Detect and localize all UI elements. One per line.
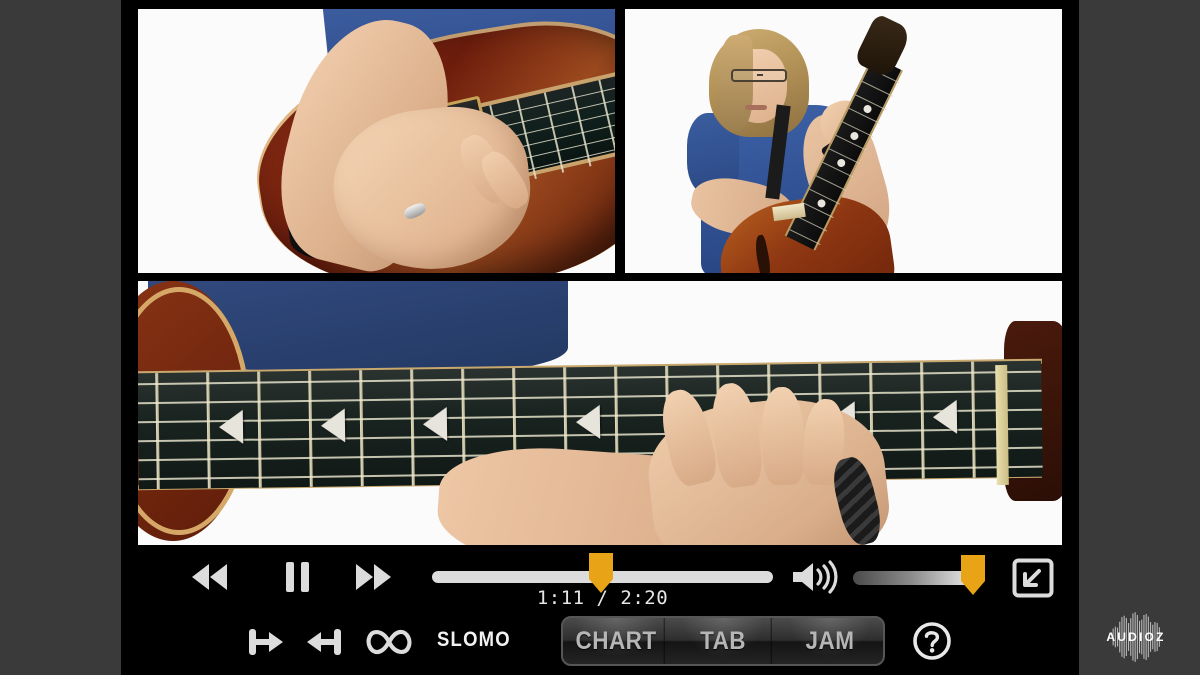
fret (971, 361, 976, 478)
string (138, 370, 1042, 385)
player-controls: 1:11 / 2:20 SLOMO CHART TAB JAM (121, 545, 1079, 675)
instructor-scene (625, 9, 1062, 273)
guitar-headstock (853, 12, 913, 80)
tab-jam[interactable]: JAM (782, 618, 878, 664)
video-panel-picking-hand[interactable] (138, 9, 615, 273)
fretboard-inlay (218, 409, 244, 445)
string (138, 389, 1042, 404)
fast-forward-button[interactable] (343, 557, 403, 597)
fret (796, 215, 828, 232)
fret (861, 80, 893, 97)
loop-in-icon (249, 629, 283, 655)
loop-out-icon (307, 629, 341, 655)
time-display: 1:11 / 2:20 (536, 587, 669, 609)
volume-slider[interactable] (853, 555, 985, 595)
fretboard-inlay (320, 408, 346, 443)
fret (410, 369, 415, 486)
fretboard-scene (138, 281, 1062, 545)
pause-icon (285, 562, 294, 592)
fret (155, 373, 160, 490)
fretboard-inlay (932, 399, 958, 435)
fret (920, 362, 925, 479)
progress-handle[interactable] (589, 553, 613, 593)
controls-row-secondary: SLOMO CHART TAB JAM (121, 610, 1079, 675)
tab-tab[interactable]: TAB (675, 618, 772, 664)
app-root: 1:11 / 2:20 SLOMO CHART TAB JAM AUDIOZ (0, 0, 1200, 675)
fret-marker (816, 198, 827, 209)
waveform-icon (1112, 612, 1160, 662)
volume-button[interactable] (787, 559, 843, 595)
video-panel-fretboard[interactable] (138, 281, 1062, 545)
eyeglasses (731, 69, 787, 82)
play-pause-button[interactable] (275, 557, 319, 597)
exit-fullscreen-icon (1012, 558, 1054, 598)
help-button[interactable] (910, 619, 954, 663)
progress-slider[interactable] (432, 553, 773, 593)
pause-icon (300, 562, 309, 592)
fret (206, 372, 211, 489)
fret (308, 370, 313, 487)
fret-marker (862, 103, 873, 115)
view-mode-segmented-control[interactable]: CHART TAB JAM (561, 616, 885, 666)
fret (359, 370, 364, 487)
rewind-icon (191, 564, 209, 590)
help-icon (913, 622, 951, 660)
volume-high-icon (793, 560, 838, 594)
fast-forward-icon (355, 564, 373, 590)
rewind-button[interactable] (179, 557, 239, 597)
fret-marker (849, 130, 860, 142)
fret (815, 175, 847, 192)
fret (257, 371, 262, 488)
mouth (745, 105, 767, 110)
guitar-nut (995, 364, 1009, 486)
controls-row-primary: 1:11 / 2:20 (121, 545, 1079, 610)
video-area[interactable] (138, 9, 1062, 545)
rewind-icon (209, 564, 227, 590)
fretboard-inlay (422, 406, 448, 442)
video-panel-instructor[interactable] (625, 9, 1062, 273)
fast-forward-icon (373, 564, 391, 590)
watermark-text: AUDIOZ (1106, 630, 1166, 644)
fretboard-inlay (575, 404, 601, 440)
set-loop-in-button[interactable] (243, 620, 287, 664)
tab-chart[interactable]: CHART (568, 618, 665, 664)
top-panel-row (138, 9, 1062, 273)
picking-hand-scene (138, 9, 615, 273)
slomo-button[interactable]: SLOMO (437, 628, 511, 652)
infinity-icon (366, 629, 412, 655)
exit-fullscreen-button[interactable] (1012, 558, 1054, 598)
fret-marker (835, 157, 847, 169)
instructor-hair-front (717, 35, 753, 131)
video-player-shell: 1:11 / 2:20 SLOMO CHART TAB JAM (121, 0, 1079, 675)
set-loop-out-button[interactable] (303, 620, 347, 664)
volume-handle[interactable] (961, 555, 985, 595)
audioz-watermark: AUDIOZ (1080, 611, 1192, 663)
loop-toggle-button[interactable] (361, 620, 417, 664)
